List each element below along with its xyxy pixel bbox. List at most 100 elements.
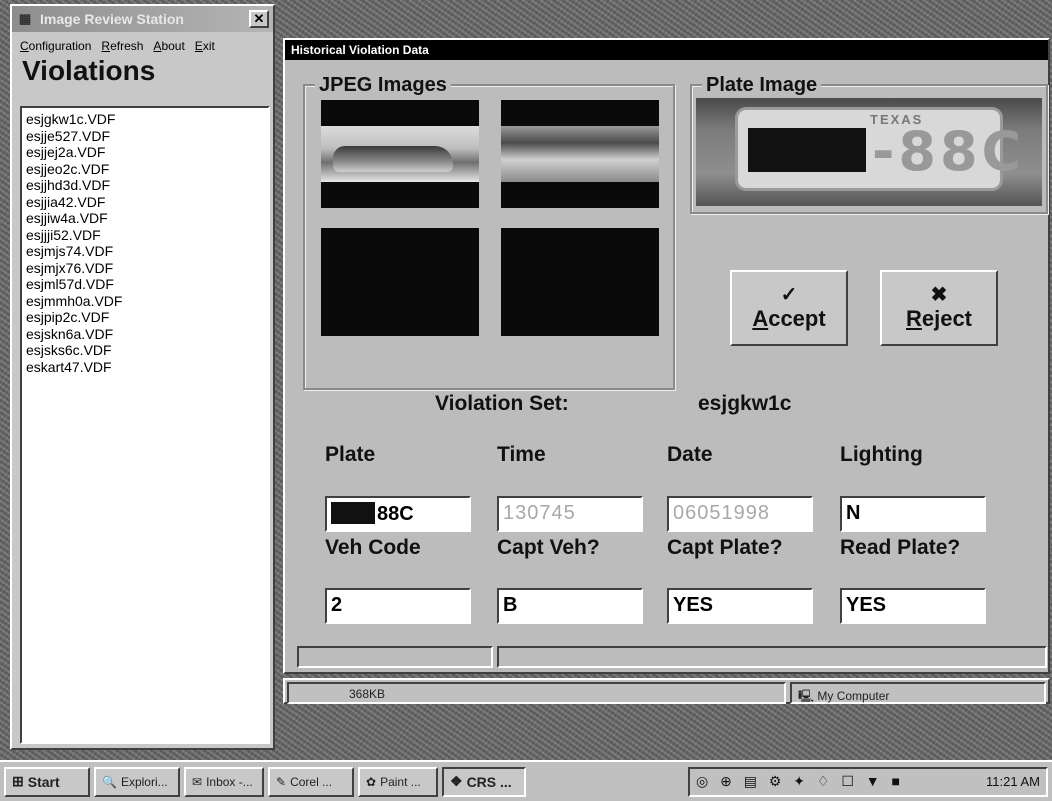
clock[interactable]: 11:21 AM [986, 774, 1040, 789]
start-button[interactable]: ⊞ Start [4, 766, 90, 797]
violation-set-label: Violation Set: [435, 392, 569, 415]
taskbar: ⊞ Start 🔍 Explori... ✉ Inbox -... ✎ Corel .… [0, 760, 1052, 801]
crs-icon: ❖ [450, 773, 463, 789]
plate-image-label: Plate Image [702, 74, 822, 97]
thumbnail-photo [321, 126, 479, 182]
car-image [333, 146, 453, 172]
list-item[interactable]: esjjiw4a.VDF [26, 210, 264, 227]
list-item[interactable]: esjjhd3d.VDF [26, 177, 264, 194]
list-item[interactable]: esjsks6c.VDF [26, 342, 264, 359]
inbox-icon: ✉ [192, 774, 203, 789]
left-title-bar[interactable]: ▦ Image Review Station ✕ [12, 6, 273, 32]
list-item[interactable]: esjmjx76.VDF [26, 260, 264, 277]
explorer-status-bar: 368KB 🖳 My Computer [283, 678, 1050, 704]
read-plate-field[interactable]: YES [840, 588, 986, 624]
list-item[interactable]: esjmjs74.VDF [26, 243, 264, 260]
thumbnail-photo [501, 126, 659, 182]
plate-characters: -88C [872, 120, 1026, 183]
taskbar-inbox[interactable]: ✉ Inbox -... [184, 766, 264, 797]
image-review-window: ▦ Image Review Station ✕ Configuration R… [10, 4, 275, 750]
taskbar-label: Corel ... [290, 774, 333, 789]
status-size: 368KB [287, 682, 786, 704]
corel-icon: ✎ [276, 774, 287, 789]
list-item[interactable]: esjskn6a.VDF [26, 326, 264, 343]
time-label: Time [497, 443, 546, 466]
license-plate: TEXAS -88C [738, 110, 1021, 188]
start-label: Start [27, 773, 60, 790]
plate-redaction [748, 128, 866, 172]
list-item[interactable]: eskart47.VDF [26, 359, 264, 376]
list-item[interactable]: esjpip2c.VDF [26, 309, 264, 326]
tray-icons[interactable]: ◎ ⊕ ▤ ⚙ ✦ ♢ ☐ ▼ ■ [696, 773, 904, 790]
violation-set-value: esjgkw1c [698, 392, 792, 415]
jpeg-thumbnail-1[interactable] [321, 100, 479, 208]
plate-label: Plate [325, 443, 376, 466]
time-field[interactable]: 130745 [497, 496, 643, 532]
list-item[interactable]: esjjji52.VDF [26, 227, 264, 244]
left-menu-bar: Configuration Refresh About Exit [12, 32, 273, 53]
taskbar-label: Inbox -... [206, 774, 253, 789]
date-label: Date [667, 443, 713, 466]
veh-code-field[interactable]: 2 [325, 588, 471, 624]
violation-file-list[interactable]: esjgkw1c.VDF esjje527.VDF esjjej2a.VDF e… [20, 106, 270, 744]
main-status-bar [297, 646, 1047, 668]
taskbar-explorer[interactable]: 🔍 Explori... [94, 766, 180, 797]
jpeg-images-label: JPEG Images [315, 74, 451, 97]
taskbar-label: Explori... [120, 774, 168, 789]
plate-value: 88C [377, 503, 414, 525]
windows-logo-icon: ⊞ [12, 773, 24, 789]
paint-icon: ✿ [366, 774, 377, 789]
jpeg-thumbnail-4[interactable] [501, 228, 659, 336]
accept-button[interactable]: ✓ Accept [730, 270, 848, 346]
plate-field[interactable]: 88C [325, 496, 471, 532]
list-item[interactable]: esjjej2a.VDF [26, 144, 264, 161]
taskbar-corel[interactable]: ✎ Corel ... [268, 766, 354, 797]
menu-refresh[interactable]: Refresh [101, 39, 143, 53]
status-location-label: My Computer [817, 689, 890, 703]
lighting-label: Lighting [840, 443, 923, 466]
capt-plate-field[interactable]: YES [667, 588, 813, 624]
list-item[interactable]: esjmmh0a.VDF [26, 293, 264, 310]
veh-code-label: Veh Code [325, 536, 421, 559]
list-item[interactable]: esjgkw1c.VDF [26, 111, 264, 128]
plate-image-group: Plate Image TEXAS -88C [690, 74, 1048, 214]
read-plate-label: Read Plate? [840, 536, 961, 559]
system-tray: ◎ ⊕ ▤ ⚙ ✦ ♢ ☐ ▼ ■ 11:21 AM [688, 766, 1048, 797]
app-window-icon: ▦ [18, 11, 32, 26]
x-icon: ✖ [930, 284, 948, 306]
checkmark-icon: ✓ [780, 284, 798, 306]
jpeg-thumbnail-3[interactable] [321, 228, 479, 336]
jpeg-images-group: JPEG Images [303, 74, 675, 390]
left-window-title: Image Review Station [40, 11, 184, 27]
capt-plate-label: Capt Plate? [667, 536, 783, 559]
status-panel-2 [497, 646, 1047, 668]
computer-icon: 🖳 [798, 689, 815, 703]
violations-heading: Violations [22, 55, 156, 86]
explorer-icon: 🔍 [102, 774, 117, 789]
accept-label: Accept [752, 306, 826, 331]
taskbar-label: Paint ... [380, 774, 421, 789]
taskbar-crs[interactable]: ❖ CRS ... [442, 766, 526, 797]
taskbar-paint[interactable]: ✿ Paint ... [358, 766, 438, 797]
lighting-field[interactable]: N [840, 496, 986, 532]
list-item[interactable]: esjje527.VDF [26, 128, 264, 145]
historical-violation-window: Historical Violation Data JPEG Images Pl… [283, 38, 1050, 674]
main-title-bar[interactable]: Historical Violation Data [285, 40, 1048, 60]
jpeg-thumbnail-2[interactable] [501, 100, 659, 208]
plate-photo: TEXAS -88C [696, 98, 1042, 206]
menu-about[interactable]: About [153, 39, 184, 53]
reject-button[interactable]: ✖ Reject [880, 270, 998, 346]
status-location: 🖳 My Computer [790, 682, 1046, 704]
list-item[interactable]: esjjia42.VDF [26, 194, 264, 211]
list-item[interactable]: esjjeo2c.VDF [26, 161, 264, 178]
capt-veh-label: Capt Veh? [497, 536, 600, 559]
list-item[interactable]: esjml57d.VDF [26, 276, 264, 293]
date-field[interactable]: 06051998 [667, 496, 813, 532]
plate-redaction-inline [331, 502, 375, 524]
capt-veh-field[interactable]: B [497, 588, 643, 624]
taskbar-label: CRS ... [466, 773, 512, 790]
status-panel-1 [297, 646, 493, 668]
menu-exit[interactable]: Exit [195, 39, 215, 53]
close-icon[interactable]: ✕ [249, 10, 269, 28]
menu-configuration[interactable]: Configuration [20, 39, 91, 53]
